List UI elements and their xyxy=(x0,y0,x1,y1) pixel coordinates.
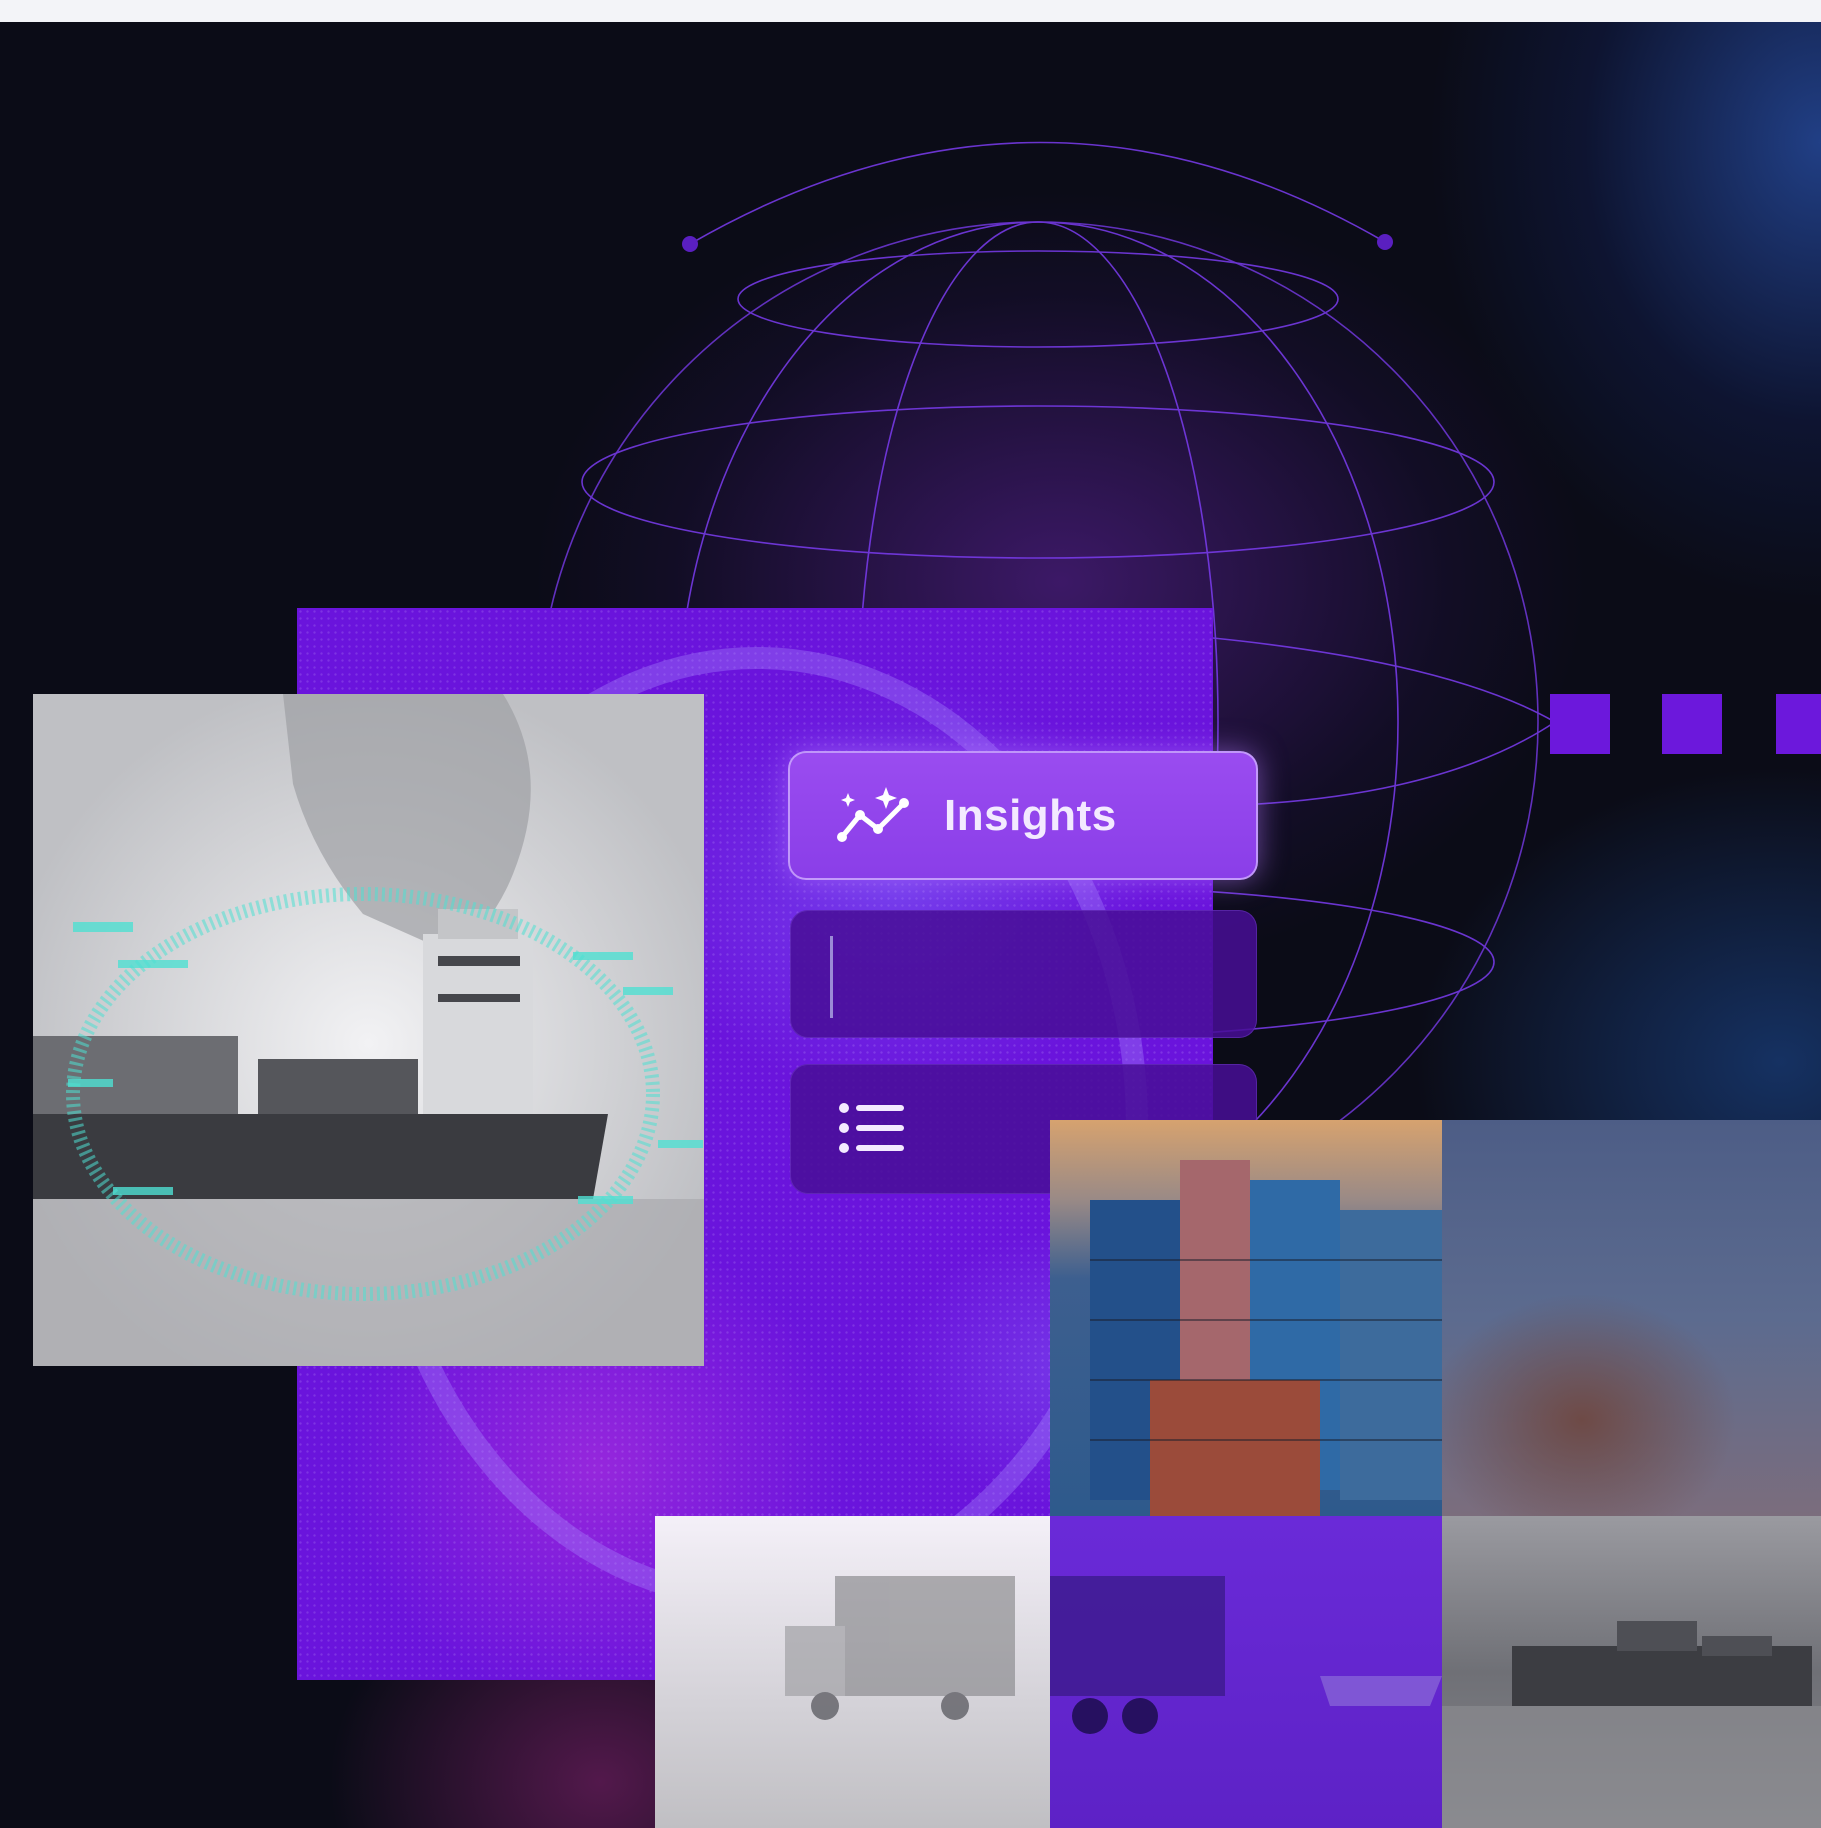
cargo-ship-image xyxy=(33,694,704,1366)
sparkle-trend-icon xyxy=(837,786,909,842)
blurred-sky-image xyxy=(1442,1120,1821,1516)
insights-button[interactable]: Insights xyxy=(788,751,1258,880)
text-input[interactable] xyxy=(790,910,1257,1038)
blurred-truck-image xyxy=(655,1516,1050,1828)
list-icon xyxy=(839,1103,904,1153)
insights-label: Insights xyxy=(944,790,1117,840)
accent-square xyxy=(1776,694,1821,754)
grayscale-ship-image xyxy=(1442,1516,1821,1828)
accent-square xyxy=(1662,694,1722,754)
accent-square xyxy=(1550,694,1610,754)
hero-illustration: Insights xyxy=(0,22,1821,1828)
container-trailer-image xyxy=(1050,1516,1442,1828)
text-cursor xyxy=(830,936,833,1018)
stacked-containers-image xyxy=(1050,1120,1442,1516)
